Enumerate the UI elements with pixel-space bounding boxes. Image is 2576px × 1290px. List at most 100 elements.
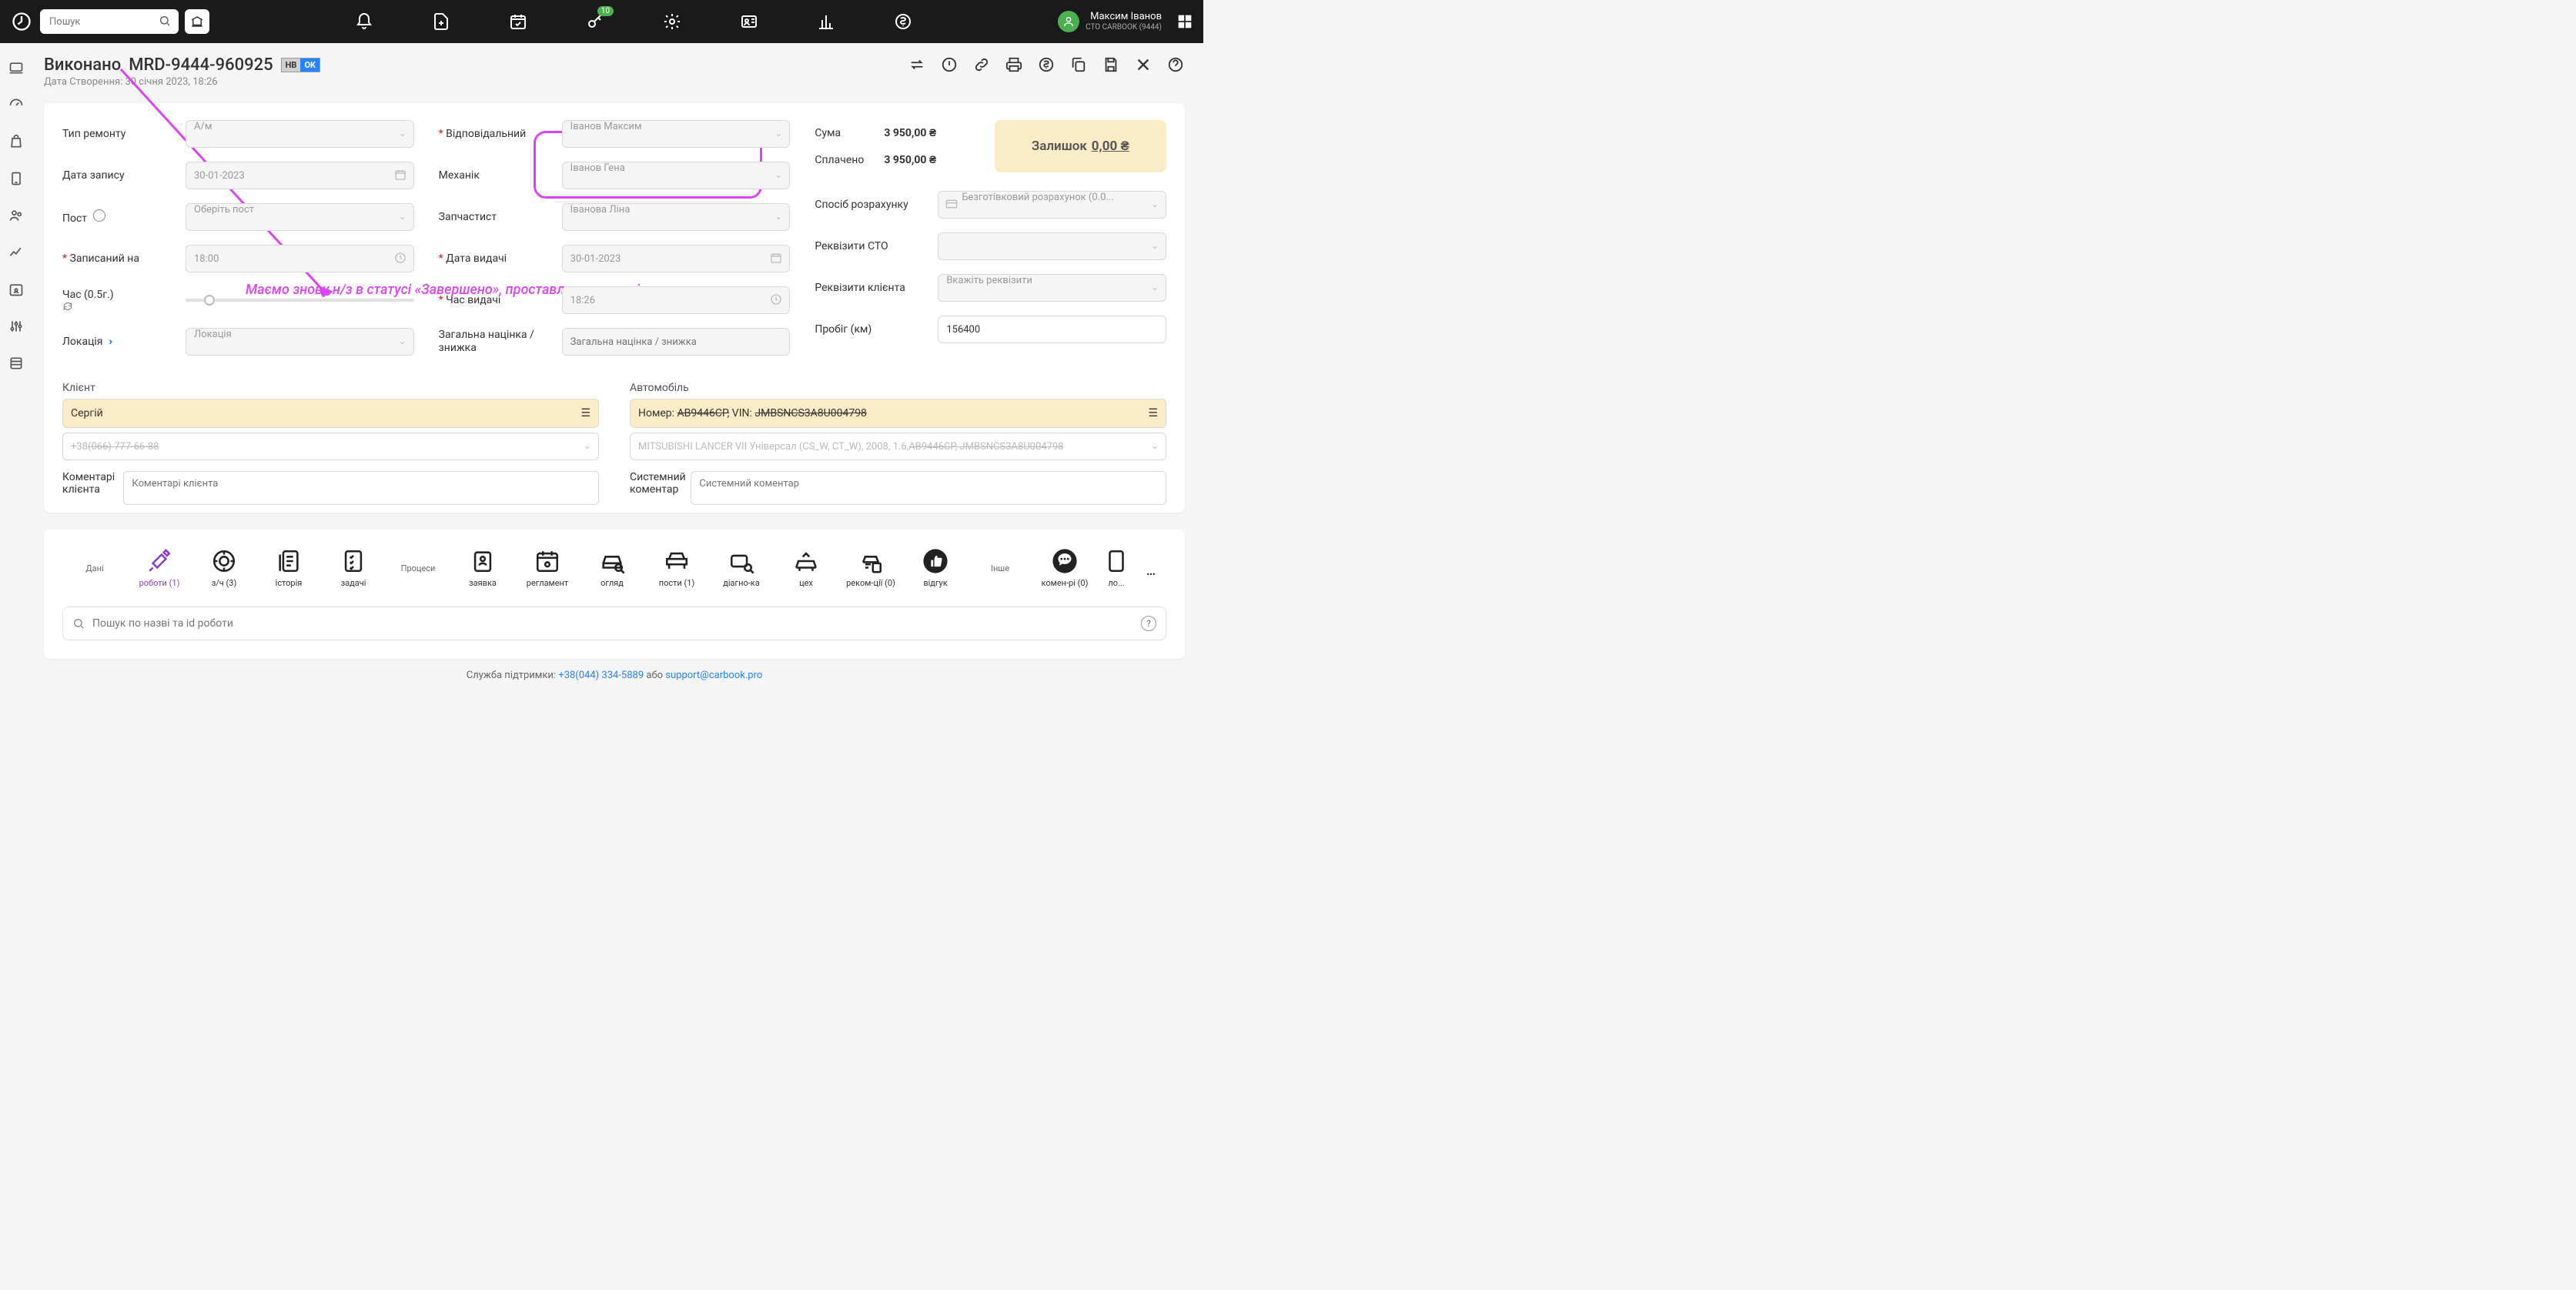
car-name-box[interactable]: Номер: АВ9446СР, VIN: JMBSNCS3A8U004798 … bbox=[630, 399, 1166, 428]
support-mail-link[interactable]: support@carbook.pro bbox=[665, 670, 762, 681]
avatar bbox=[1058, 11, 1079, 32]
location-expand-icon[interactable]: ›› bbox=[109, 336, 110, 348]
new-doc-icon[interactable] bbox=[430, 11, 452, 32]
tab-data[interactable]: Дані bbox=[62, 542, 127, 596]
discount-label: Загальна націнка / знижка bbox=[439, 329, 562, 355]
tab-inspection[interactable]: огляд bbox=[580, 540, 644, 596]
time-slider[interactable] bbox=[186, 286, 414, 314]
alert-icon[interactable] bbox=[940, 55, 958, 74]
location-select[interactable]: Локація bbox=[186, 328, 414, 356]
client-name-box[interactable]: Сергій ☰ bbox=[62, 399, 599, 428]
brake-disc-icon bbox=[210, 547, 238, 575]
rail-tablet-icon[interactable] bbox=[7, 169, 25, 188]
tab-request[interactable]: заявка bbox=[450, 540, 515, 596]
refresh-icon[interactable] bbox=[62, 301, 186, 312]
app-logo[interactable] bbox=[9, 9, 34, 34]
question-icon[interactable]: ? bbox=[1141, 616, 1156, 631]
tab-review[interactable]: відгук bbox=[903, 540, 968, 596]
responsible-select[interactable]: Іванов Максим bbox=[562, 120, 791, 148]
repair-type-select[interactable]: А/м bbox=[186, 120, 414, 148]
transfer-icon[interactable] bbox=[908, 55, 926, 74]
tab-works[interactable]: роботи (1) bbox=[127, 540, 192, 596]
tab-history[interactable]: історія bbox=[256, 540, 321, 596]
paid-value: 3 950,00 ₴ bbox=[884, 153, 936, 166]
menu-icon[interactable]: ☰ bbox=[1148, 407, 1158, 419]
link-icon[interactable] bbox=[972, 55, 991, 74]
issue-time-input[interactable] bbox=[562, 286, 791, 314]
id-card-icon[interactable] bbox=[738, 11, 760, 32]
client-comment-input[interactable] bbox=[123, 471, 599, 505]
rail-gauge-icon[interactable] bbox=[7, 95, 25, 114]
client-comment-label: Коментарі клієнта bbox=[62, 471, 123, 496]
client-phone-select[interactable]: +38(066) 777-66-88 bbox=[62, 433, 599, 460]
rail-laptop-icon[interactable] bbox=[7, 58, 25, 77]
tab-posts[interactable]: пости (1) bbox=[644, 540, 709, 596]
issue-date-label: Дата видачі bbox=[439, 252, 562, 265]
rail-bag-icon[interactable] bbox=[7, 132, 25, 151]
top-nav: 10 Максим Іванов СТО CARBOOK (9444) bbox=[0, 0, 1203, 43]
parts-select[interactable]: Іванова Ліна bbox=[562, 203, 791, 231]
gear-icon[interactable] bbox=[661, 11, 683, 32]
tab-shop[interactable]: цех bbox=[774, 540, 838, 596]
tab-recom[interactable]: реком-ції (0) bbox=[838, 540, 903, 596]
support-footer: Служба підтримки: +38(044) 334-5889 або … bbox=[44, 659, 1185, 686]
rail-calendar-user-icon[interactable] bbox=[7, 280, 25, 299]
tab-parts[interactable]: з/ч (3) bbox=[192, 540, 256, 596]
rail-people-icon[interactable] bbox=[7, 206, 25, 225]
chart-icon[interactable] bbox=[815, 11, 837, 32]
tab-more[interactable]: ••• bbox=[1136, 553, 1166, 596]
copy-icon[interactable] bbox=[1069, 55, 1088, 74]
search-icon bbox=[72, 617, 85, 630]
client-req-select[interactable]: Вкажіть реквізити bbox=[938, 274, 1166, 302]
money-circle-icon[interactable] bbox=[1037, 55, 1055, 74]
calendar-check-icon[interactable] bbox=[507, 11, 529, 32]
scheduled-input[interactable] bbox=[186, 245, 414, 272]
chat-icon bbox=[1051, 547, 1079, 575]
clipboard-user-icon bbox=[469, 547, 497, 575]
money-icon[interactable] bbox=[892, 11, 914, 32]
paymethod-select[interactable]: Безготівковий розрахунок (0.0... bbox=[938, 191, 1166, 219]
works-search-input[interactable] bbox=[92, 617, 1133, 630]
date-input[interactable] bbox=[186, 162, 414, 189]
car-detail-select[interactable]: MITSUBISHI LANCER VII Універсал (CS_W, C… bbox=[630, 433, 1166, 460]
global-search-wrap bbox=[40, 9, 179, 34]
mechanic-select[interactable]: Іванов Гена bbox=[562, 162, 791, 189]
global-search-input[interactable] bbox=[40, 9, 179, 34]
help-icon[interactable] bbox=[1166, 55, 1185, 74]
tab-schedule[interactable]: регламент bbox=[515, 540, 580, 596]
rail-sliders-icon[interactable] bbox=[7, 317, 25, 336]
rail-archive-icon[interactable] bbox=[7, 354, 25, 373]
save-icon[interactable] bbox=[1102, 55, 1120, 74]
support-phone-link[interactable]: +38(044) 334-5889 bbox=[558, 670, 644, 681]
tab-diag[interactable]: діагно-ка bbox=[709, 540, 774, 596]
tab-other[interactable]: Інше bbox=[968, 542, 1032, 596]
tab-logs[interactable]: ло... bbox=[1097, 540, 1136, 596]
sto-req-label: Реквізити СТО bbox=[815, 240, 938, 252]
order-form-card: Маємо знову н/з в статусі «Завершено», п… bbox=[44, 103, 1185, 513]
tab-comments[interactable]: комен-рі (0) bbox=[1032, 540, 1097, 596]
sto-req-select[interactable] bbox=[938, 232, 1166, 260]
post-pin-icon bbox=[93, 209, 105, 222]
tabs-card: Дані роботи (1) з/ч (3) історія задачі П… bbox=[44, 530, 1185, 659]
sum-label: Сума bbox=[815, 127, 884, 139]
bank-button[interactable] bbox=[185, 9, 209, 34]
engine-search-icon bbox=[728, 547, 755, 575]
print-icon[interactable] bbox=[1005, 55, 1023, 74]
tab-tasks[interactable]: задачі bbox=[321, 540, 386, 596]
key-icon[interactable]: 10 bbox=[584, 11, 606, 32]
date-label: Дата запису bbox=[62, 169, 186, 182]
rail-line-chart-icon[interactable] bbox=[7, 243, 25, 262]
tab-processes[interactable]: Процеси bbox=[386, 542, 450, 596]
client-heading: Клієнт bbox=[62, 382, 599, 394]
user-block[interactable]: Максим Іванов СТО CARBOOK (9444) bbox=[1058, 11, 1162, 32]
apps-grid-icon[interactable] bbox=[1176, 12, 1194, 31]
mileage-input[interactable] bbox=[938, 316, 1166, 343]
bell-icon[interactable] bbox=[353, 11, 375, 32]
post-select[interactable]: Оберіть пост bbox=[186, 203, 414, 231]
close-icon[interactable] bbox=[1134, 55, 1153, 74]
tag-ok: OK bbox=[300, 58, 319, 72]
discount-input[interactable] bbox=[562, 328, 791, 356]
issue-date-input[interactable] bbox=[562, 245, 791, 272]
menu-icon[interactable]: ☰ bbox=[580, 407, 590, 419]
sys-comment-input[interactable] bbox=[691, 471, 1166, 505]
